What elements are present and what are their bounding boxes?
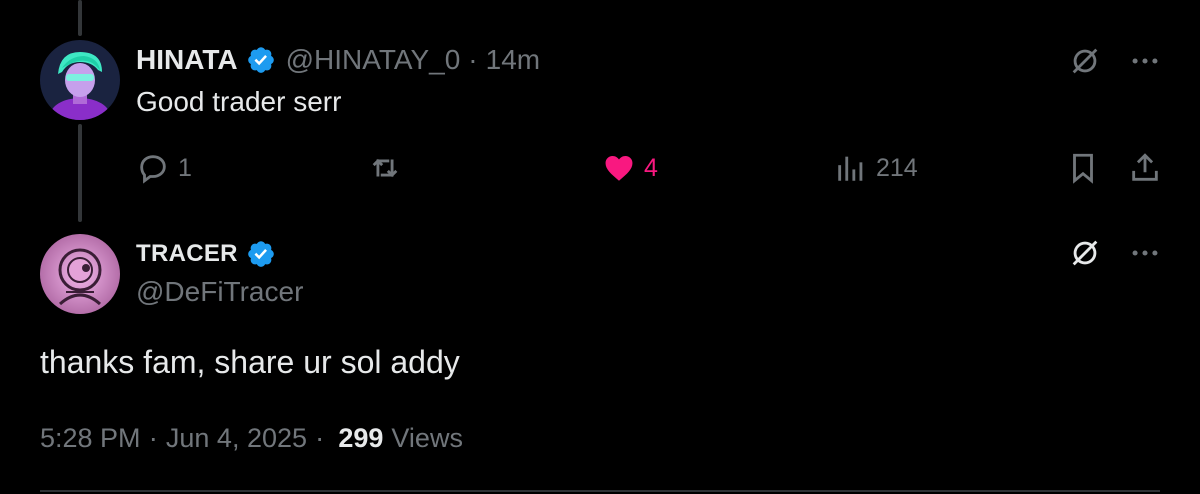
- reply-time[interactable]: 14m: [486, 44, 540, 76]
- main-author-handle[interactable]: @DeFiTracer: [136, 276, 303, 308]
- like-button[interactable]: 4: [602, 148, 658, 188]
- main-top-actions: [1068, 236, 1162, 270]
- bookmark-button[interactable]: [1066, 148, 1100, 188]
- reply-author-name[interactable]: HINATA: [136, 44, 238, 76]
- divider: [40, 490, 1160, 492]
- more-icon[interactable]: [1128, 44, 1162, 78]
- separator-dot: ·: [468, 44, 478, 75]
- tweet-thread: HINATA @HINATAY_0 · 14m Good trader serr…: [0, 0, 1200, 494]
- separator-dot: ·: [315, 422, 325, 453]
- thread-connector: [78, 124, 82, 222]
- grok-icon[interactable]: [1068, 236, 1102, 270]
- views-button[interactable]: 214: [834, 148, 918, 188]
- like-count: 4: [644, 153, 658, 182]
- heart-icon: [605, 155, 633, 181]
- bookmark-icon: [1073, 153, 1093, 184]
- separator-dot: ·: [148, 422, 158, 453]
- main-author-name[interactable]: TRACER: [136, 240, 238, 268]
- reply-top-actions: [1068, 44, 1162, 78]
- main-author-avatar[interactable]: [40, 234, 120, 314]
- reply-author-avatar[interactable]: [40, 40, 120, 120]
- more-icon[interactable]: [1128, 236, 1162, 270]
- views-label: Views: [391, 422, 463, 453]
- reply-header: HINATA @HINATAY_0 · 14m: [136, 42, 540, 78]
- retweet-icon: [372, 158, 398, 178]
- verified-badge-icon[interactable]: [246, 45, 276, 75]
- reply-action-bar: 1 4 214: [136, 148, 1166, 188]
- verified-badge-icon[interactable]: [246, 239, 276, 269]
- share-icon: [1132, 153, 1158, 181]
- reply-button[interactable]: 1: [136, 148, 192, 188]
- reply-count: 1: [178, 153, 192, 182]
- reply-author-handle[interactable]: @HINATAY_0: [286, 44, 461, 76]
- grok-icon[interactable]: [1068, 44, 1102, 78]
- main-tweet-text: thanks fam, share ur sol addy: [40, 344, 460, 380]
- views-icon: [838, 156, 863, 181]
- retweet-button[interactable]: [368, 148, 402, 188]
- reply-text: Good trader serr: [136, 86, 342, 117]
- view-count: 214: [876, 153, 918, 182]
- tweet-date[interactable]: Jun 4, 2025: [166, 423, 307, 454]
- share-button[interactable]: [1128, 148, 1162, 188]
- main-author-row: TRACER: [136, 236, 286, 272]
- thread-connector-top: [78, 0, 82, 36]
- tweet-meta: 5:28 PM · Jun 4, 2025 · 299 Views: [40, 422, 463, 454]
- views-count[interactable]: 299: [338, 423, 383, 454]
- reply-icon: [140, 155, 166, 184]
- tweet-time[interactable]: 5:28 PM: [40, 423, 141, 454]
